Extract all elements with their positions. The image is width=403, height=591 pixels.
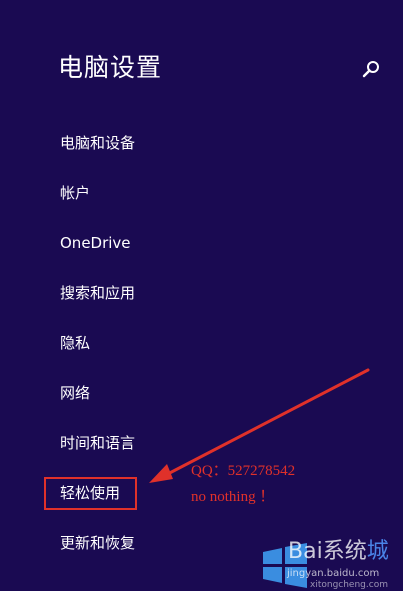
watermark-brand-right: 城 [366, 539, 389, 564]
watermark-brand-left: Bai [288, 539, 323, 564]
watermark-url-top: jingyan.baidu.com [287, 568, 380, 579]
annotation-qq: QQ：527278542 [191, 463, 296, 479]
watermark-brand-mid: 系统 [322, 539, 367, 564]
watermark-brand: Bai系统城 [288, 540, 389, 564]
annotation-note: no nothing ！ [191, 489, 275, 505]
watermark-url-bottom: xitongcheng.com [310, 580, 388, 590]
